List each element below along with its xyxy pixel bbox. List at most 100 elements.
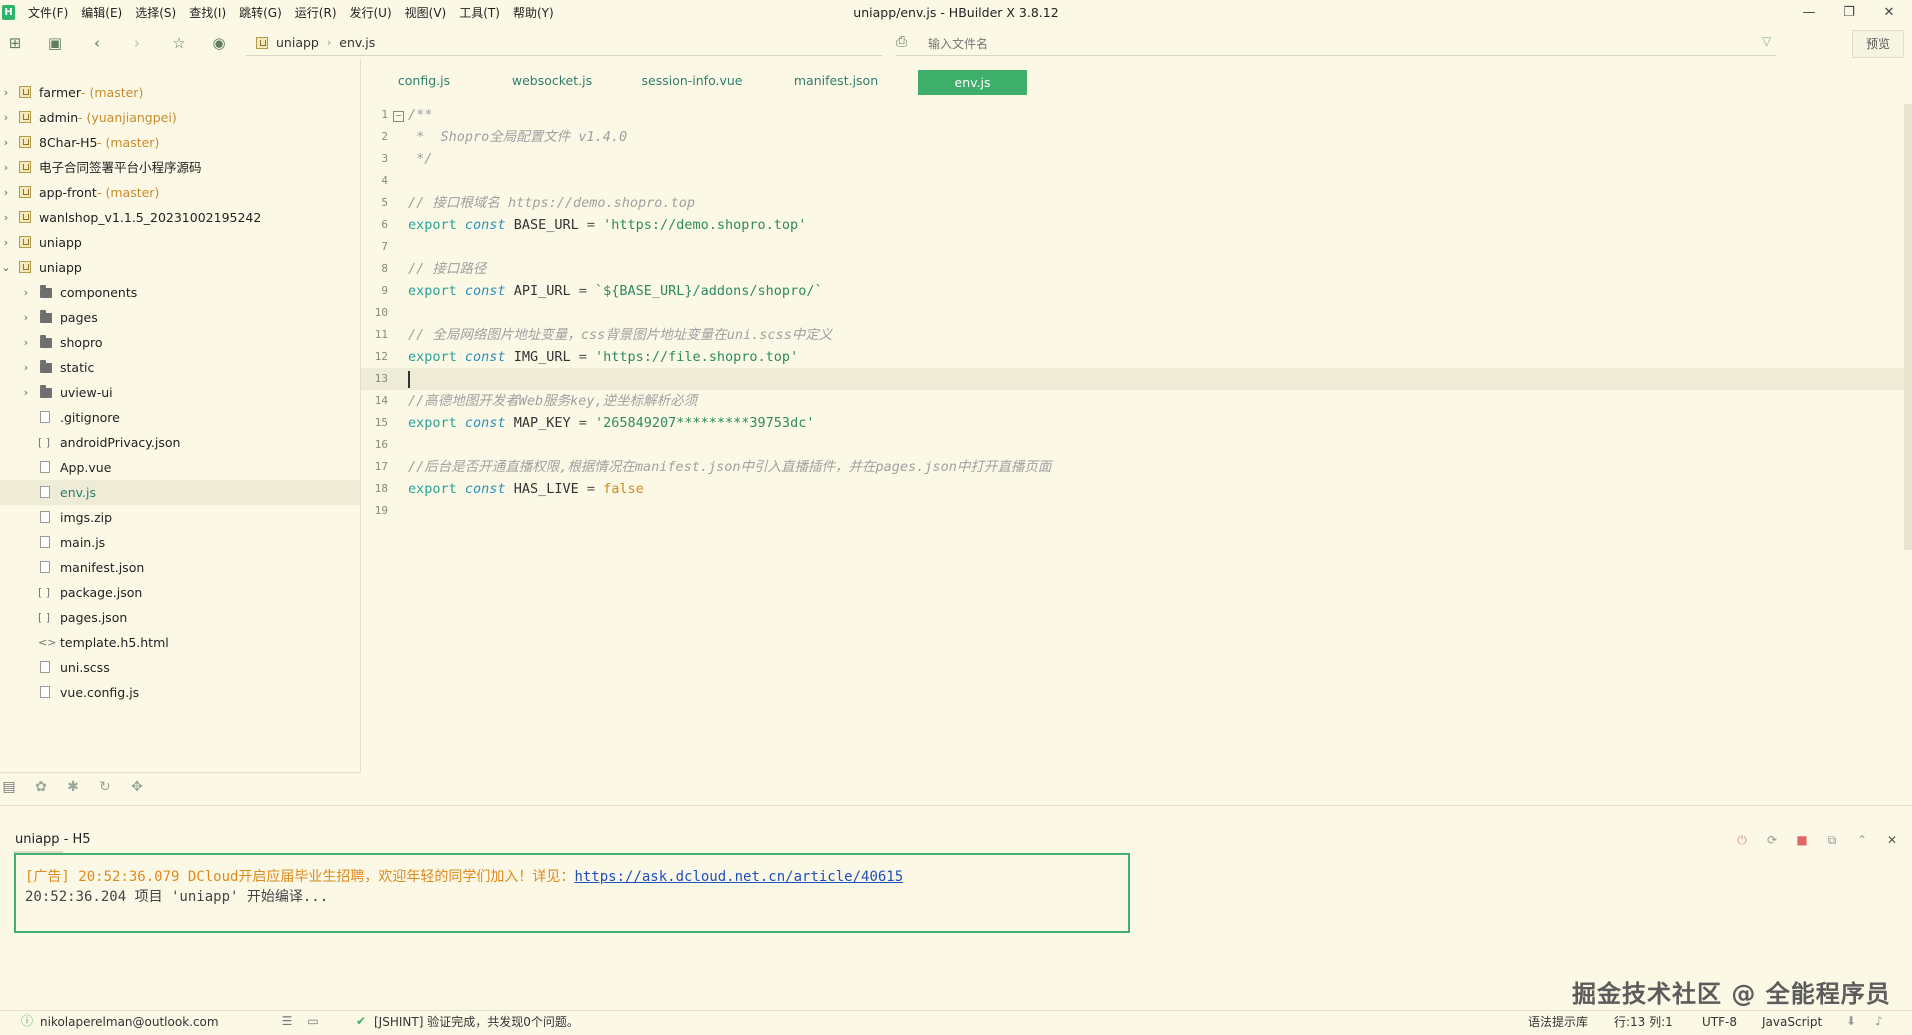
chevron-right-icon[interactable]: › xyxy=(20,355,32,380)
tab-config-js[interactable]: config.js xyxy=(378,68,470,93)
folder-row[interactable]: › pages xyxy=(0,305,360,330)
project-row[interactable]: › 电子合同签署平台小程序源码 xyxy=(0,155,360,180)
menu-help[interactable]: 帮助(Y) xyxy=(513,0,561,26)
project-icon xyxy=(19,86,31,98)
chevron-right-icon[interactable]: › xyxy=(20,330,32,355)
chevron-right-icon[interactable]: › xyxy=(0,205,12,230)
console-rerun-icon[interactable]: ⟳ xyxy=(1764,832,1780,848)
menu-publish[interactable]: 发行(U) xyxy=(350,0,399,26)
terminal-icon[interactable]: ▭ xyxy=(306,1014,320,1028)
folder-row[interactable]: › static xyxy=(0,355,360,380)
breadcrumb-file[interactable]: env.js xyxy=(339,28,375,58)
file-row[interactable]: .gitignore xyxy=(0,405,360,430)
save-icon[interactable]: ▣ xyxy=(46,34,64,52)
file-row[interactable]: [ ] pages.json xyxy=(0,605,360,630)
project-row[interactable]: › farmer - (master) xyxy=(0,80,360,105)
console-maximize-icon[interactable]: ⌃ xyxy=(1854,832,1870,848)
tab-env-js[interactable]: env.js xyxy=(918,70,1027,95)
console-close-icon[interactable]: ✕ xyxy=(1884,832,1900,848)
json-file-icon: [ ] xyxy=(38,436,51,449)
new-file-icon[interactable]: ⊞ xyxy=(6,34,24,52)
chevron-right-icon[interactable]: › xyxy=(20,380,32,405)
file-row[interactable]: uni.scss xyxy=(0,655,360,680)
chevron-right-icon[interactable]: › xyxy=(20,305,32,330)
tab-session-info-vue[interactable]: session-info.vue xyxy=(634,68,750,93)
file-row[interactable]: env.js xyxy=(0,480,360,505)
file-icon xyxy=(40,661,50,673)
syntax-hint-library[interactable]: 语法提示库 xyxy=(1528,1011,1588,1033)
file-row[interactable]: [ ] package.json xyxy=(0,580,360,605)
filter-icon[interactable]: ▽ xyxy=(1762,34,1771,48)
debug-icon[interactable]: ✱ xyxy=(64,778,82,796)
folder-row[interactable]: › components xyxy=(0,280,360,305)
file-row[interactable]: vue.config.js xyxy=(0,680,360,705)
chevron-down-icon[interactable]: ⌄ xyxy=(0,255,12,280)
project-row[interactable]: › 8Char-H5 - (master) xyxy=(0,130,360,155)
close-button[interactable]: ✕ xyxy=(1866,0,1912,26)
file-row[interactable]: [ ] androidPrivacy.json xyxy=(0,430,360,455)
menu-file[interactable]: 文件(F) xyxy=(28,0,75,26)
editor-scrollbar[interactable] xyxy=(1904,104,1912,550)
line-number: 2 xyxy=(381,130,388,143)
account-email[interactable]: nikolaperelman@outlook.com xyxy=(40,1011,219,1033)
project-row[interactable]: › admin - (yuanjiangpei) xyxy=(0,105,360,130)
project-row[interactable]: › app-front - (master) xyxy=(0,180,360,205)
file-row[interactable]: App.vue xyxy=(0,455,360,480)
menu-edit[interactable]: 编辑(E) xyxy=(81,0,129,26)
preview-button[interactable]: 预览 xyxy=(1852,30,1904,58)
console-clear-icon[interactable]: ⧉ xyxy=(1824,832,1840,848)
file-row[interactable]: main.js xyxy=(0,530,360,555)
cursor-position[interactable]: 行:13 列:1 xyxy=(1614,1011,1673,1033)
folder-row[interactable]: › shopro xyxy=(0,330,360,355)
tab-websocket-js[interactable]: websocket.js xyxy=(500,68,604,93)
operator: = xyxy=(570,283,595,299)
file-row[interactable]: manifest.json xyxy=(0,555,360,580)
console-title[interactable]: uniapp - H5 xyxy=(15,832,91,847)
menu-find[interactable]: 查找(I) xyxy=(189,0,233,26)
menu-select[interactable]: 选择(S) xyxy=(135,0,183,26)
back-icon[interactable]: ‹ xyxy=(88,34,106,52)
project-row[interactable]: › wanlshop_v1.1.5_20231002195242 xyxy=(0,205,360,230)
file-language[interactable]: JavaScript xyxy=(1762,1011,1822,1033)
menu-view[interactable]: 视图(V) xyxy=(405,0,454,26)
watermark: 掘金技术社区 @ 全能程序员 xyxy=(1572,980,1891,1008)
notification-bell-icon[interactable]: ♪ xyxy=(1872,1014,1886,1028)
menu-goto[interactable]: 跳转(G) xyxy=(239,0,289,26)
console-stop-icon[interactable]: ⏻ xyxy=(1734,832,1750,848)
download-icon[interactable]: ⬇ xyxy=(1844,1014,1858,1028)
chevron-right-icon[interactable]: › xyxy=(0,105,12,130)
menu-run[interactable]: 运行(R) xyxy=(295,0,344,26)
folder-row[interactable]: › uview-ui xyxy=(0,380,360,405)
project-manager-icon[interactable]: ▤ xyxy=(0,778,18,796)
tab-manifest-json[interactable]: manifest.json xyxy=(780,68,892,93)
forward-icon[interactable]: › xyxy=(128,34,146,52)
console-ad-link[interactable]: https://ask.dcloud.net.cn/article/40615 xyxy=(574,869,903,885)
code-line-11: // 全局网络图片地址变量，css背景图片地址变量在uni.scss中定义 xyxy=(408,327,833,343)
project-row[interactable]: › uniapp xyxy=(0,230,360,255)
menu-tools[interactable]: 工具(T) xyxy=(459,0,507,26)
operator: = xyxy=(578,481,604,497)
file-row[interactable]: <> template.h5.html xyxy=(0,630,360,655)
code-editor[interactable]: 1 2 3 4 5 6 7 8 9 10 11 12 13 14 15 16 17 18 19 /** * Shop… xyxy=(361,104,1912,804)
plugin-icon[interactable]: ✥ xyxy=(128,778,146,796)
console-output[interactable]: [广告] 20:52:36.079 DCloud开启应届毕业生招聘，欢迎年轻的同… xyxy=(14,853,1130,933)
list-icon[interactable]: ☰ xyxy=(280,1014,294,1028)
fold-collapse-icon[interactable]: − xyxy=(393,111,404,122)
chevron-right-icon[interactable]: › xyxy=(0,130,12,155)
file-row[interactable]: imgs.zip xyxy=(0,505,360,530)
chevron-right-icon[interactable]: › xyxy=(0,80,12,105)
file-encoding[interactable]: UTF-8 xyxy=(1702,1011,1737,1033)
chevron-right-icon[interactable]: › xyxy=(0,230,12,255)
keyword: export xyxy=(408,415,457,431)
chevron-right-icon[interactable]: › xyxy=(20,280,32,305)
breadcrumb-project[interactable]: uniapp xyxy=(276,28,319,58)
sync-icon[interactable]: ↻ xyxy=(96,778,114,796)
search-icon[interactable]: ✿ xyxy=(32,778,50,796)
console-terminate-icon[interactable]: ■ xyxy=(1794,832,1810,848)
chevron-right-icon[interactable]: › xyxy=(0,180,12,205)
favorite-star-icon[interactable]: ☆ xyxy=(170,34,188,52)
file-search-input[interactable] xyxy=(926,32,1770,56)
run-icon[interactable]: ◉ xyxy=(210,34,228,52)
project-row[interactable]: ⌄ uniapp xyxy=(0,255,360,280)
chevron-right-icon[interactable]: › xyxy=(0,155,12,180)
